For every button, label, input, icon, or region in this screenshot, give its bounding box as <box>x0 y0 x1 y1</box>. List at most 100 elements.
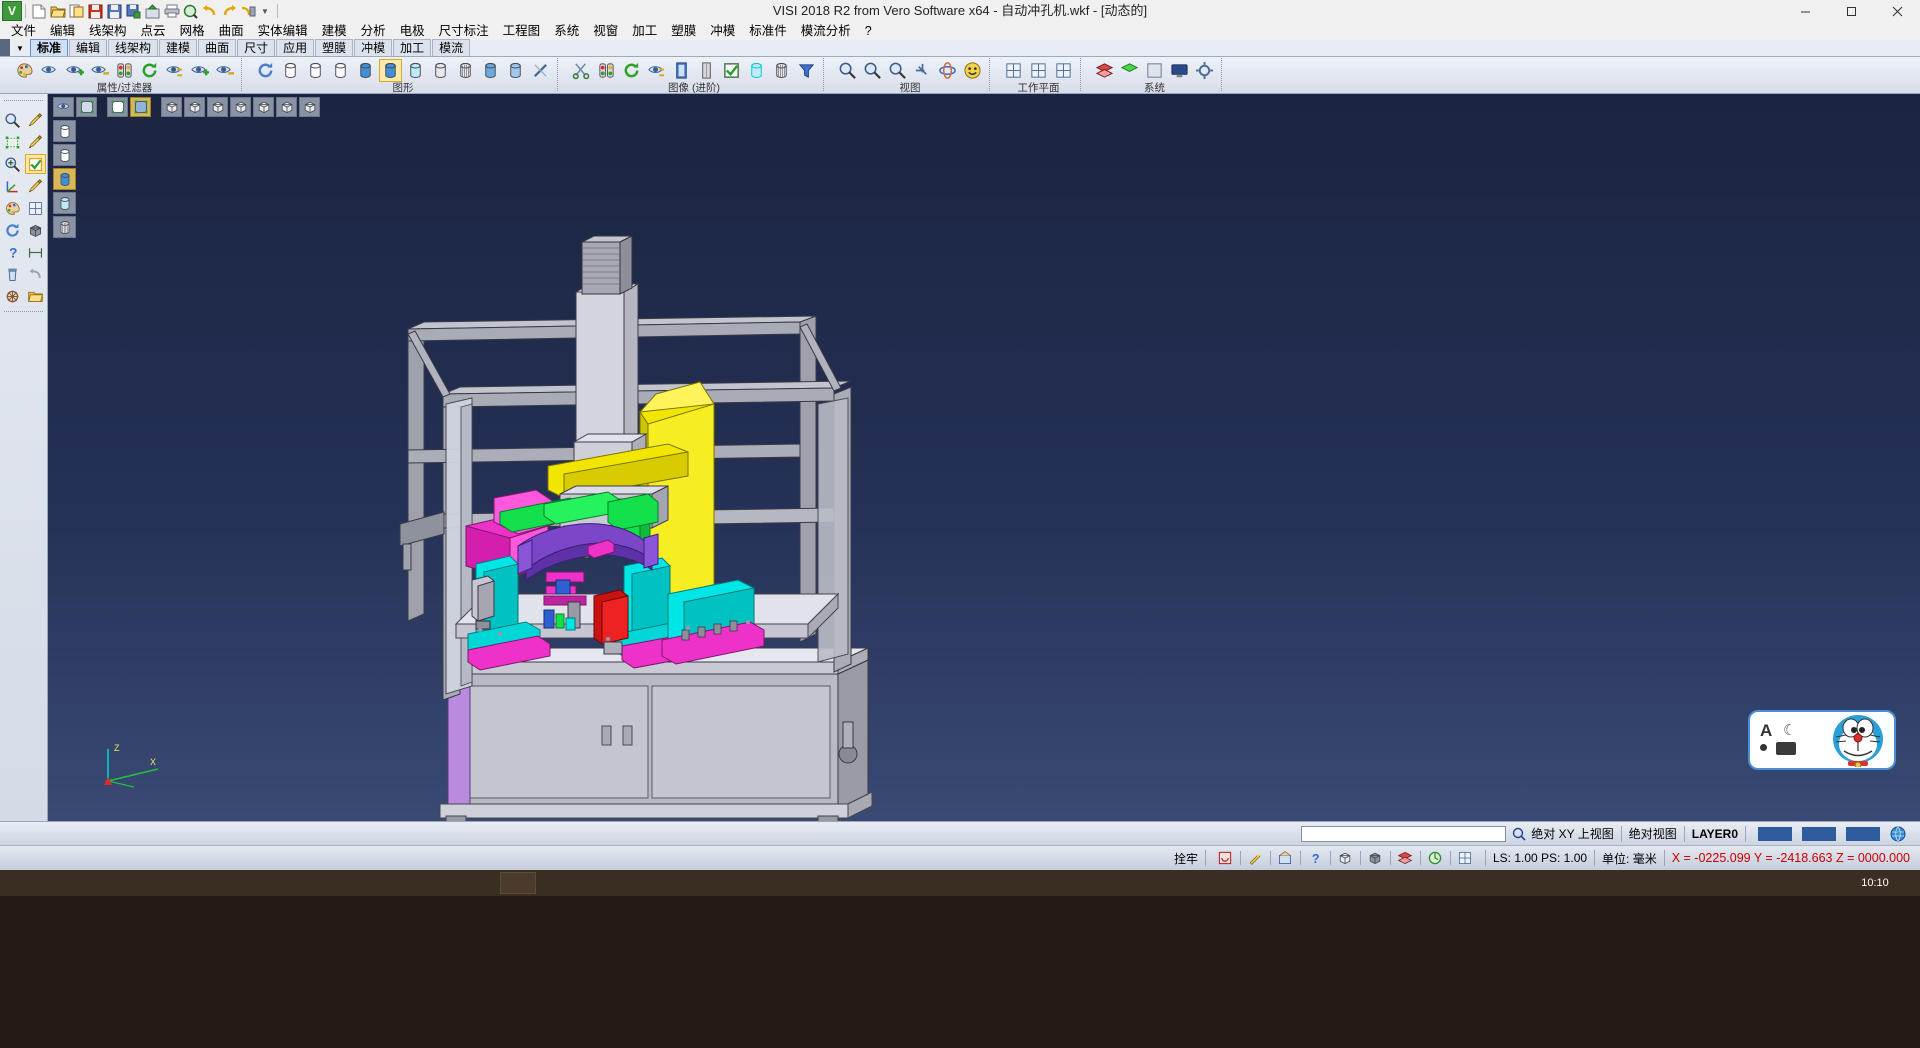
menu-item-11[interactable]: 工程图 <box>496 22 548 40</box>
display-mode-shaded-cylinder-icon[interactable] <box>53 168 76 190</box>
ribbon-tab-4[interactable]: 曲面 <box>198 39 236 56</box>
refresh-green-icon[interactable] <box>620 59 643 82</box>
hatched-cylinder-icon[interactable] <box>454 59 477 82</box>
scissors-icon[interactable] <box>570 59 593 82</box>
new-file-icon[interactable] <box>29 2 48 20</box>
spline-pencil-icon[interactable] <box>25 176 46 196</box>
menu-item-13[interactable]: 视窗 <box>586 22 625 40</box>
model-viewport[interactable]: X Z A ☾ <box>48 94 1920 821</box>
solid-cube-icon[interactable] <box>1366 849 1385 867</box>
render-wheel-icon[interactable] <box>2 286 23 306</box>
ribbon-tab-2[interactable]: 线架构 <box>108 39 158 56</box>
shaded-cylinder-icon[interactable] <box>354 59 377 82</box>
chevron-down-icon[interactable]: ▼ <box>10 41 30 56</box>
snap-red-icon[interactable] <box>1216 849 1235 867</box>
undo-icon[interactable] <box>25 264 46 284</box>
preferences-icon[interactable] <box>1193 59 1216 82</box>
solid-cylinder-icon[interactable] <box>379 59 402 82</box>
layers-red-icon[interactable] <box>1093 59 1116 82</box>
layer-color-swatch-2[interactable] <box>1802 827 1836 841</box>
ribbon-tab-6[interactable]: 应用 <box>276 39 314 56</box>
section-cylinder-icon[interactable] <box>429 59 452 82</box>
menu-item-3[interactable]: 点云 <box>134 22 173 40</box>
grid-icon[interactable] <box>1456 849 1475 867</box>
menu-item-0[interactable]: 文件 <box>4 22 43 40</box>
zoom-fit-icon[interactable] <box>886 59 909 82</box>
menu-item-2[interactable]: 线架构 <box>82 22 134 40</box>
menu-item-5[interactable]: 曲面 <box>212 22 251 40</box>
dimension-icon[interactable] <box>25 242 46 262</box>
viewport-tool-iso-cube-6-icon[interactable] <box>276 97 297 117</box>
open-file-icon[interactable] <box>48 2 67 20</box>
plane-axis-icon[interactable] <box>1027 59 1050 82</box>
ribbon-tab-10[interactable]: 模流 <box>432 39 470 56</box>
minus-view-icon[interactable] <box>213 59 236 82</box>
menu-item-19[interactable]: ? <box>858 22 879 40</box>
display-mode-hatched-cylinder-icon[interactable] <box>53 216 76 238</box>
boundary-box-icon[interactable] <box>2 132 23 152</box>
viewport-tool-wire-square-icon[interactable] <box>107 97 128 117</box>
viewport-tool-iso-cube-4-icon[interactable] <box>230 97 251 117</box>
menu-item-17[interactable]: 标准件 <box>742 22 794 40</box>
hidden-cylinder-icon[interactable] <box>304 59 327 82</box>
image-view-icon[interactable] <box>38 59 61 82</box>
print-icon[interactable] <box>162 2 181 20</box>
viewport-tool-iso-cube-5-icon[interactable] <box>253 97 274 117</box>
highlight-cylinder-icon[interactable] <box>504 59 527 82</box>
cyan-cylinder-icon[interactable] <box>745 59 768 82</box>
curve-pencil-icon[interactable] <box>25 132 46 152</box>
outline-cylinder-icon[interactable] <box>329 59 352 82</box>
chevron-down-icon[interactable]: ▼ <box>257 2 273 20</box>
save-as-icon[interactable] <box>105 2 124 20</box>
menu-item-1[interactable]: 编辑 <box>43 22 82 40</box>
check-yellow-icon[interactable] <box>25 154 46 174</box>
monitor-icon[interactable] <box>1168 59 1191 82</box>
grid-plane-icon[interactable] <box>25 198 46 218</box>
maximize-button[interactable] <box>1828 0 1874 22</box>
help-icon[interactable]: ? <box>2 242 23 262</box>
search-input[interactable] <box>1301 826 1506 842</box>
menu-item-4[interactable]: 网格 <box>173 22 212 40</box>
palette-icon[interactable] <box>13 59 36 82</box>
snap-label[interactable]: 拴牢 <box>1174 850 1198 867</box>
door-icon[interactable] <box>670 59 693 82</box>
smiley-icon[interactable] <box>961 59 984 82</box>
plus-minus-view-icon[interactable] <box>163 59 186 82</box>
menu-item-14[interactable]: 加工 <box>625 22 664 40</box>
layer-green-icon[interactable] <box>1118 59 1141 82</box>
layer-cyan-icon[interactable] <box>1143 59 1166 82</box>
menu-item-7[interactable]: 建模 <box>315 22 354 40</box>
taskbar-clock[interactable]: 10:10 <box>1830 870 1920 896</box>
viewport-tool-shaded-square-icon[interactable] <box>76 97 97 117</box>
units-label[interactable]: 单位: 毫米 <box>1602 850 1657 867</box>
dynamic-rotate-icon[interactable] <box>936 59 959 82</box>
rotate-green-icon[interactable] <box>1426 849 1445 867</box>
check-green-icon[interactable] <box>720 59 743 82</box>
blank-tool-icon[interactable] <box>529 59 552 82</box>
view-type-label[interactable]: 绝对视图 <box>1629 825 1677 842</box>
layer-label[interactable]: LAYER0 <box>1692 827 1738 841</box>
app-logo-icon[interactable]: V <box>2 1 22 21</box>
viewport-tool-list-view-icon[interactable] <box>53 97 74 117</box>
save-all-icon[interactable] <box>124 2 143 20</box>
shaded-cube-icon[interactable] <box>25 220 46 240</box>
layers-icon[interactable] <box>1396 849 1415 867</box>
traffic-light-icon[interactable] <box>113 59 136 82</box>
display-mode-wire-cylinder-icon[interactable] <box>53 120 76 142</box>
hatched-cylinder-icon[interactable] <box>770 59 793 82</box>
ribbon-tab-0[interactable]: 标准 <box>30 39 68 56</box>
add-view-icon[interactable] <box>63 59 86 82</box>
zoom-plus-icon[interactable] <box>2 154 23 174</box>
print-preview-icon[interactable] <box>181 2 200 20</box>
plane-xyz-icon[interactable] <box>1002 59 1025 82</box>
globe-icon[interactable] <box>1888 825 1907 843</box>
menu-item-16[interactable]: 冲模 <box>703 22 742 40</box>
taskbar-item-1[interactable] <box>500 872 536 894</box>
zoom-window-icon[interactable] <box>836 59 859 82</box>
palette-icon[interactable] <box>2 198 23 218</box>
ribbon-tab-1[interactable]: 编辑 <box>69 39 107 56</box>
menu-item-10[interactable]: 尺寸标注 <box>432 22 496 40</box>
ribbon-tab-7[interactable]: 塑膜 <box>315 39 353 56</box>
menu-item-18[interactable]: 模流分析 <box>794 22 858 40</box>
wireframe-cube-icon[interactable] <box>1336 849 1355 867</box>
